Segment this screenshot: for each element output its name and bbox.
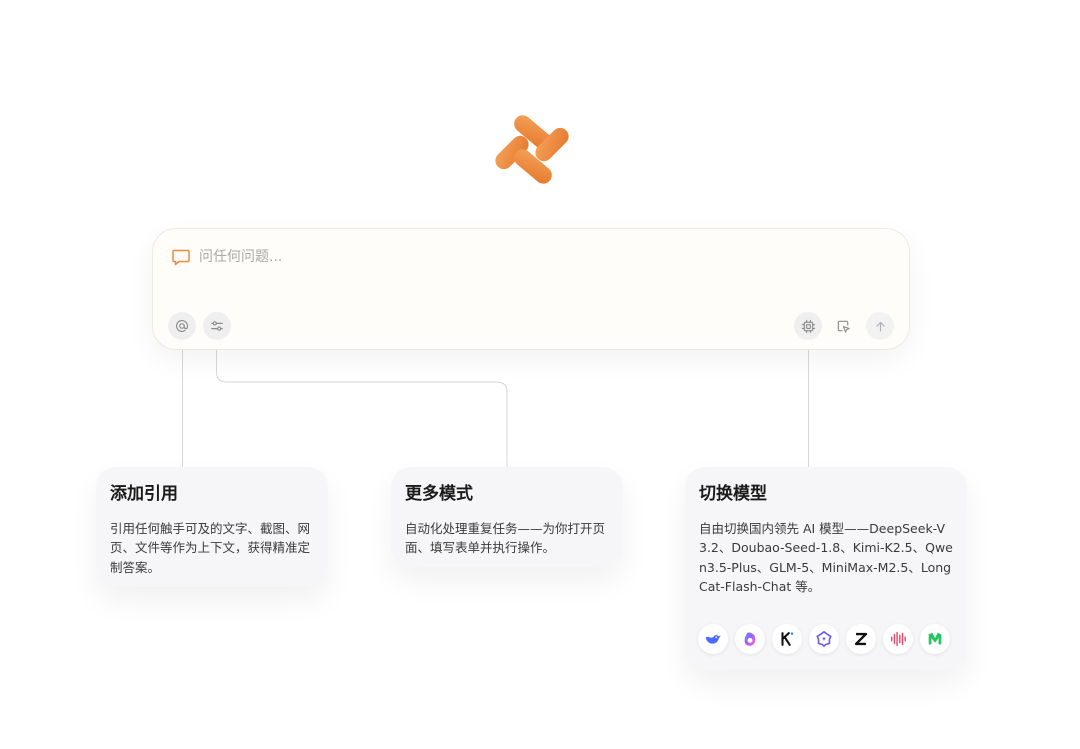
select-element-button[interactable] — [829, 312, 857, 340]
feature-card-modes: 更多模式 自动化处理重复任务——为你打开页面、填写表单并执行操作。 — [391, 467, 623, 567]
chat-bubble-icon — [172, 249, 190, 266]
feature-card-models: 切换模型 自由切换国内领先 AI 模型——DeepSeek-V3.2、Douba… — [685, 467, 967, 670]
zhipu-icon[interactable] — [846, 624, 876, 654]
qwen-icon[interactable] — [809, 624, 839, 654]
chat-input-box — [152, 228, 910, 350]
select-cursor-icon — [837, 320, 850, 333]
question-input[interactable] — [197, 243, 801, 271]
card-title: 切换模型 — [699, 484, 767, 504]
doubao-icon[interactable] — [735, 624, 765, 654]
at-sign-icon — [176, 320, 188, 332]
page: 添加引用 引用任何触手可及的文字、截图、网页、文件等作为上下文，获得精准定制答案… — [0, 0, 1080, 749]
card-description: 自动化处理重复任务——为你打开页面、填写表单并执行操作。 — [405, 521, 606, 556]
card-description: 引用任何触手可及的文字、截图、网页、文件等作为上下文，获得精准定制答案。 — [110, 521, 311, 575]
kimi-icon[interactable] — [772, 624, 802, 654]
add-reference-button[interactable] — [168, 312, 196, 340]
send-button[interactable] — [866, 312, 894, 340]
card-title: 添加引用 — [110, 484, 178, 504]
switch-model-button[interactable] — [794, 312, 822, 340]
sliders-icon — [211, 321, 223, 331]
chip-icon — [801, 319, 815, 333]
card-title: 更多模式 — [405, 484, 473, 504]
arrow-up-icon — [875, 321, 885, 332]
more-modes-button[interactable] — [203, 312, 231, 340]
minimax-icon[interactable] — [883, 624, 913, 654]
model-icon-list — [698, 624, 950, 654]
deepseek-icon[interactable] — [698, 624, 728, 654]
longcat-icon[interactable] — [920, 624, 950, 654]
card-description: 自由切换国内领先 AI 模型——DeepSeek-V3.2、Doubao-See… — [699, 521, 953, 594]
feature-card-reference: 添加引用 引用任何触手可及的文字、截图、网页、文件等作为上下文，获得精准定制答案… — [96, 467, 328, 587]
